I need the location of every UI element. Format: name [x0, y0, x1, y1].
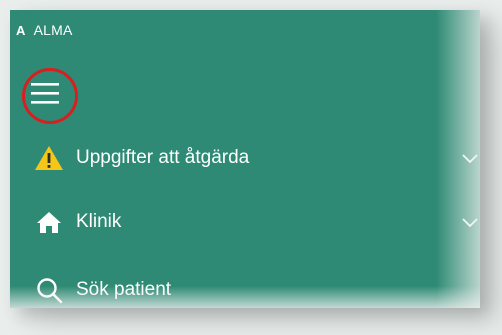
nav-item-uppgifter[interactable]: Uppgifter att åtgärda [10, 136, 480, 180]
menu-toggle-button[interactable] [22, 68, 78, 124]
navigation-panel: A ALMA Uppgifter att åtgärda Klinik Sök … [10, 10, 480, 308]
chevron-down-icon[interactable] [460, 212, 480, 232]
nav-item-klinik[interactable]: Klinik [10, 200, 480, 244]
nav-item-label: Klinik [76, 211, 122, 232]
nav-item-label: Uppgifter att åtgärda [76, 147, 250, 168]
home-icon [34, 207, 64, 237]
search-icon [34, 275, 64, 305]
app-title: ALMA [33, 22, 73, 38]
chevron-down-icon[interactable] [460, 148, 480, 168]
app-logo: A [16, 22, 26, 38]
app-header: A ALMA [16, 22, 73, 38]
warning-icon [34, 143, 64, 173]
nav-item-label: Sök patient [76, 279, 172, 300]
nav-item-sok-patient[interactable]: Sök patient [10, 268, 480, 312]
highlight-ring [22, 68, 78, 124]
